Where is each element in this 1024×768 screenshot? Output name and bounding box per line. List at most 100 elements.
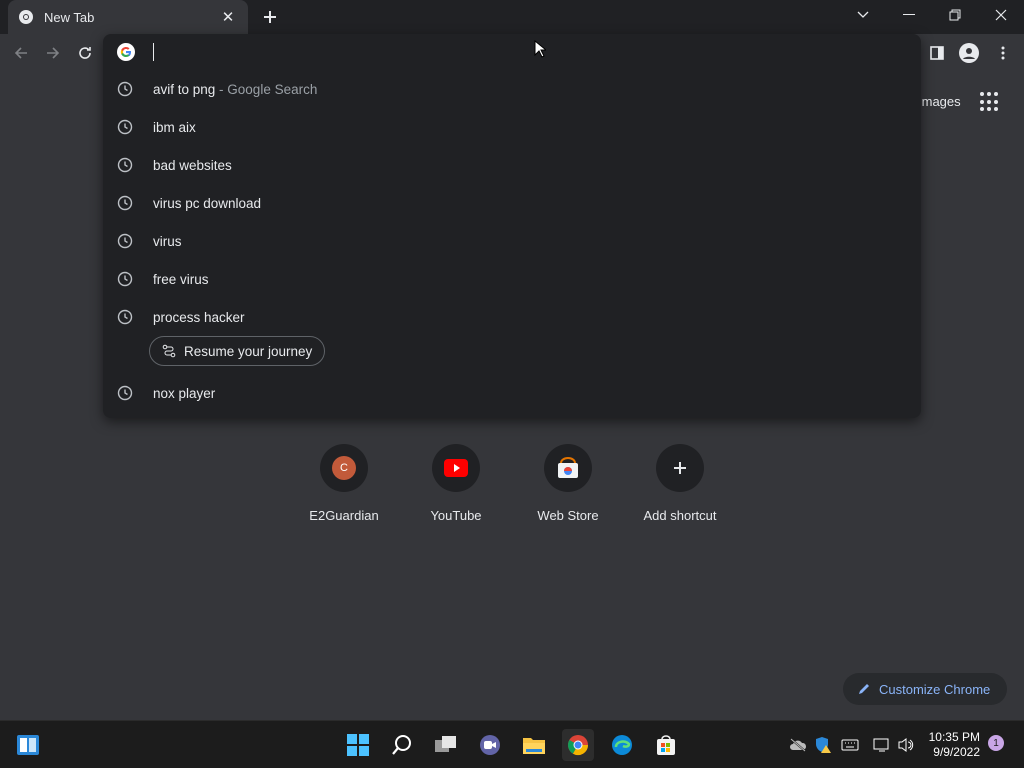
shield-warning-icon <box>816 737 831 753</box>
text-caret <box>153 43 154 61</box>
close-icon <box>995 9 1007 21</box>
address-bar[interactable] <box>103 34 921 70</box>
journey-label: Resume your journey <box>184 343 313 359</box>
history-clock-icon <box>117 309 133 325</box>
reload-button[interactable] <box>70 38 100 68</box>
suggestion-text: virus pc download <box>153 195 262 211</box>
keyboard-tray-button[interactable] <box>840 735 860 755</box>
chat-button[interactable] <box>474 729 506 761</box>
mouse-cursor-icon <box>534 40 546 58</box>
google-icon <box>117 43 135 61</box>
side-panel-icon <box>930 46 944 60</box>
resume-journey-button[interactable]: Resume your journey <box>149 336 326 366</box>
search-button[interactable] <box>386 729 418 761</box>
file-explorer-button[interactable] <box>518 729 550 761</box>
suggestion-item[interactable]: process hacker <box>103 298 921 336</box>
notification-badge[interactable]: 1 <box>988 735 1004 751</box>
suggestion-item[interactable]: virus <box>103 222 921 260</box>
widgets-icon <box>17 735 39 755</box>
search-icon <box>392 735 411 755</box>
omnibox-dropdown: avif to png - Google Search ibm aix bad … <box>103 34 921 418</box>
history-clock-icon <box>117 157 133 173</box>
clock-date: 9/9/2022 <box>933 745 980 759</box>
forward-button[interactable] <box>38 38 68 68</box>
kebab-menu-icon <box>1001 46 1005 60</box>
suggestion-item[interactable]: nox player <box>103 374 921 412</box>
suggestion-item[interactable]: ibm aix <box>103 108 921 146</box>
suggestion-text: process hacker <box>153 309 245 325</box>
images-link[interactable]: Images <box>918 94 961 109</box>
customize-chrome-button[interactable]: Customize Chrome <box>843 673 1007 705</box>
side-panel-button[interactable] <box>922 38 952 68</box>
back-button[interactable] <box>6 38 36 68</box>
history-clock-icon <box>117 195 133 211</box>
shortcut-web-store[interactable]: Web Store <box>512 444 624 523</box>
windows-logo-icon <box>347 734 369 756</box>
pencil-icon <box>859 684 869 694</box>
clock-time: 10:35 PM <box>928 730 980 744</box>
restore-button[interactable] <box>932 0 978 30</box>
customize-label: Customize Chrome <box>879 681 991 697</box>
suggestion-text: ibm aix <box>153 119 196 135</box>
minimize-button[interactable] <box>886 0 932 30</box>
restore-icon <box>949 9 961 21</box>
shortcut-tile <box>656 444 704 492</box>
shortcut-label: YouTube <box>430 508 482 523</box>
teams-chat-icon <box>480 735 500 755</box>
google-apps-icon[interactable] <box>980 92 1000 112</box>
network-icon <box>873 738 889 752</box>
start-button[interactable] <box>342 729 374 761</box>
suggestion-text: free virus <box>153 271 209 287</box>
network-tray-button[interactable] <box>872 735 892 755</box>
onedrive-tray-button[interactable] <box>788 735 808 755</box>
chevron-down-icon <box>857 11 869 18</box>
shortcut-label: E2Guardian <box>309 508 379 523</box>
reload-icon <box>79 47 91 59</box>
shortcut-label: Add shortcut <box>643 508 717 523</box>
history-clock-icon <box>117 119 133 135</box>
chrome-taskbar-button[interactable] <box>562 729 594 761</box>
close-window-button[interactable] <box>978 0 1024 30</box>
widgets-button[interactable] <box>12 729 44 761</box>
suggestion-text: nox player <box>153 385 216 401</box>
add-shortcut-button[interactable]: Add shortcut <box>624 444 736 523</box>
chrome-icon <box>568 735 589 756</box>
store-icon <box>657 735 675 755</box>
system-clock[interactable]: 10:35 PM 9/9/2022 <box>928 730 980 760</box>
history-clock-icon <box>117 385 133 401</box>
profile-button[interactable] <box>954 38 984 68</box>
cloud-off-icon <box>790 738 807 752</box>
edge-button[interactable] <box>606 729 638 761</box>
suggestion-extra: - Google Search <box>215 81 318 97</box>
tab-strip: New Tab ✕ <box>0 0 1024 34</box>
tab-search-button[interactable] <box>840 0 886 30</box>
suggestion-item[interactable]: avif to png - Google Search <box>103 70 921 108</box>
volume-tray-button[interactable] <box>896 735 916 755</box>
edge-icon <box>612 735 632 755</box>
task-view-icon <box>435 736 456 752</box>
close-tab-icon[interactable]: ✕ <box>218 7 238 27</box>
suggestion-text: bad websites <box>153 157 232 173</box>
minimize-icon <box>903 14 915 15</box>
security-tray-button[interactable] <box>813 735 833 755</box>
new-tab-button[interactable] <box>258 5 282 29</box>
shortcut-youtube[interactable]: YouTube <box>400 444 512 523</box>
e2guardian-icon: C <box>332 456 356 480</box>
suggestion-text: avif to png <box>153 81 216 97</box>
task-view-button[interactable] <box>430 729 462 761</box>
suggestion-item[interactable]: bad websites <box>103 146 921 184</box>
tab-new-tab[interactable]: New Tab ✕ <box>8 0 248 34</box>
store-button[interactable] <box>650 729 682 761</box>
suggestion-item[interactable]: virus pc download <box>103 184 921 222</box>
shortcut-tile: C <box>320 444 368 492</box>
taskbar: 10:35 PM 9/9/2022 <box>0 720 1024 768</box>
plus-icon <box>264 11 276 23</box>
speaker-icon <box>898 738 914 752</box>
menu-button[interactable] <box>988 38 1018 68</box>
journey-icon <box>162 344 176 358</box>
web-store-icon <box>558 457 578 478</box>
shortcut-e2guardian[interactable]: C E2Guardian <box>288 444 400 523</box>
shortcut-tile <box>544 444 592 492</box>
suggestion-item[interactable]: free virus <box>103 260 921 298</box>
shortcut-tile <box>432 444 480 492</box>
